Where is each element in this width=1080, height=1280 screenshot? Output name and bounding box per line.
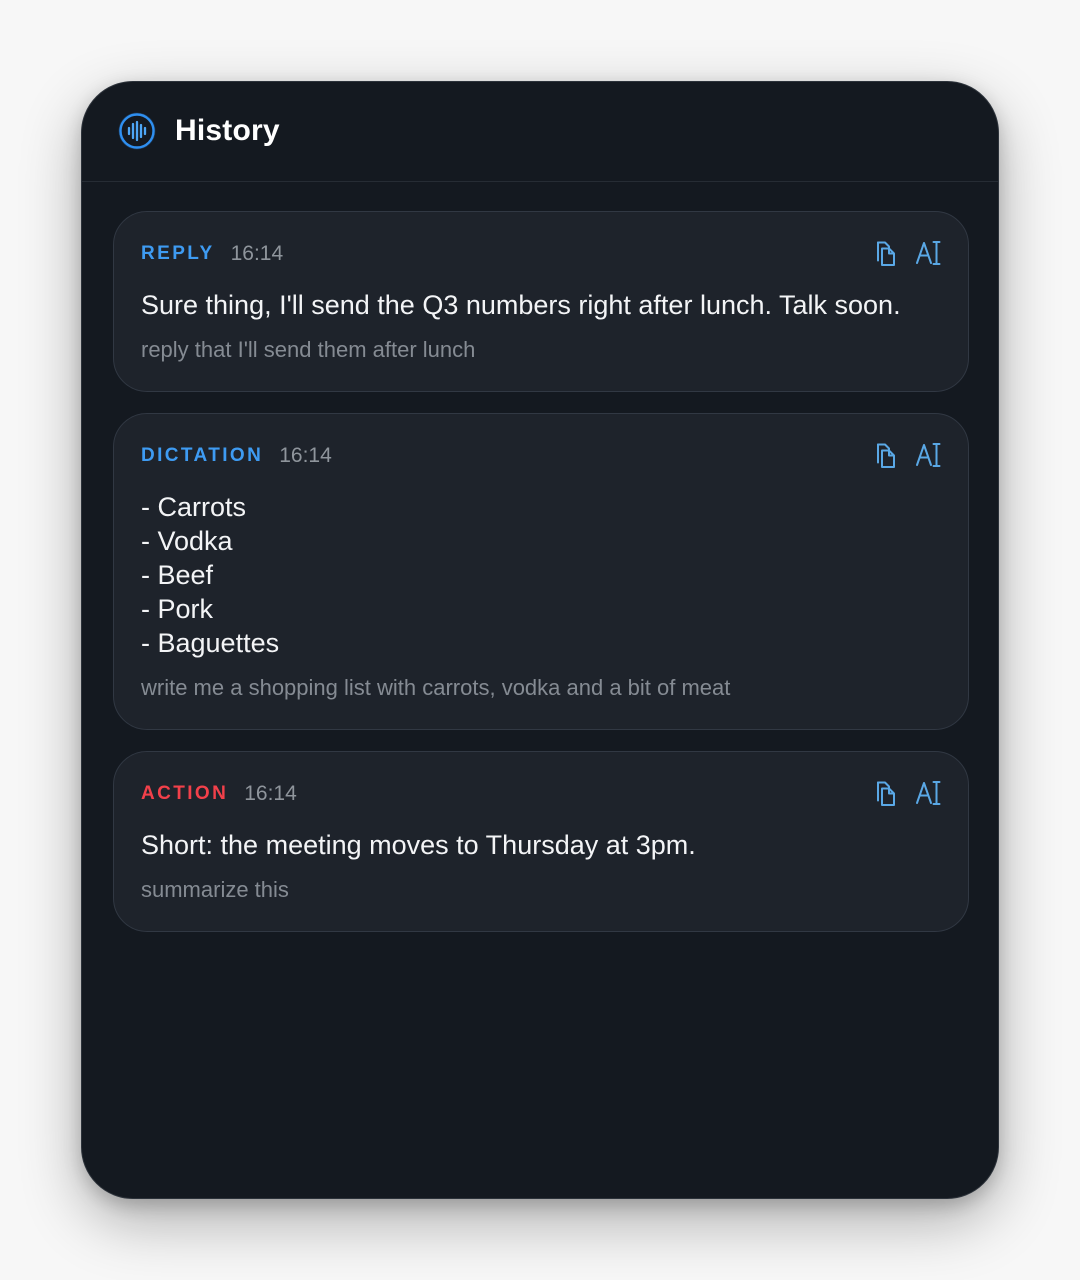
card-output-text: Short: the meeting moves to Thursday at … bbox=[141, 828, 938, 862]
card-type-label: DICTATION bbox=[141, 445, 264, 466]
insert-text-button[interactable] bbox=[914, 238, 942, 268]
history-window: History REPLY 16:14 Sure thing, I'll sen… bbox=[81, 81, 999, 1199]
page-title: History bbox=[175, 114, 280, 147]
copy-icon bbox=[877, 781, 895, 806]
text-cursor-icon bbox=[916, 241, 941, 265]
output-line: Short: the meeting moves to Thursday at … bbox=[141, 830, 696, 860]
card-type-label: REPLY bbox=[141, 243, 215, 264]
card-timestamp: 16:14 bbox=[244, 782, 297, 805]
card-type-label: ACTION bbox=[141, 783, 229, 804]
history-card-action: ACTION 16:14 Short: the meeting moves to… bbox=[113, 751, 969, 932]
header: History bbox=[82, 82, 998, 182]
output-line: - Vodka bbox=[141, 526, 233, 556]
insert-text-button[interactable] bbox=[914, 440, 942, 470]
copy-button[interactable] bbox=[870, 778, 898, 808]
card-output-text: - Carrots - Vodka - Beef - Pork - Baguet… bbox=[141, 490, 938, 660]
copy-button[interactable] bbox=[870, 440, 898, 470]
output-line: - Pork bbox=[141, 594, 214, 624]
copy-icon bbox=[877, 443, 895, 468]
card-prompt-text: write me a shopping list with carrots, v… bbox=[141, 675, 731, 700]
text-cursor-icon bbox=[916, 443, 941, 467]
card-prompt-text: summarize this bbox=[141, 877, 289, 902]
history-card-dictation: DICTATION 16:14 - Carrots - Vodka - Beef… bbox=[113, 413, 969, 730]
copy-button[interactable] bbox=[870, 238, 898, 268]
text-cursor-icon bbox=[916, 781, 941, 805]
output-line: - Baguettes bbox=[141, 628, 280, 658]
card-timestamp: 16:14 bbox=[230, 242, 284, 265]
copy-icon bbox=[877, 241, 895, 266]
waveform-icon bbox=[118, 112, 156, 150]
output-line: - Carrots bbox=[141, 492, 247, 522]
history-card-reply: REPLY 16:14 Sure thing, I'll send the Q3… bbox=[113, 211, 969, 392]
insert-text-button[interactable] bbox=[914, 778, 942, 808]
card-prompt-text: reply that I'll send them after lunch bbox=[141, 337, 476, 362]
card-timestamp: 16:14 bbox=[279, 444, 332, 467]
output-line: - Beef bbox=[141, 560, 214, 590]
output-line: Sure thing, I'll send the Q3 numbers rig… bbox=[141, 290, 901, 320]
card-output-text: Sure thing, I'll send the Q3 numbers rig… bbox=[141, 288, 938, 322]
